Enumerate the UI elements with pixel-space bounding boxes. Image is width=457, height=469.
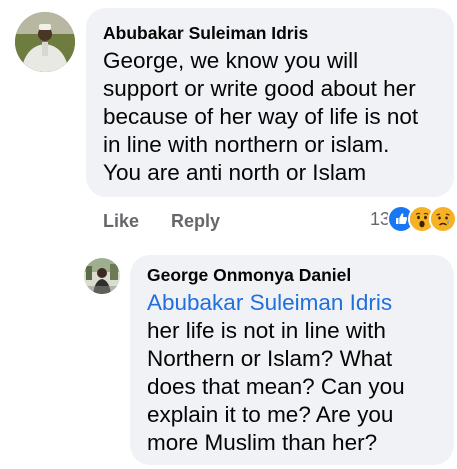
profile-photo [84,258,120,294]
reply-text-line: does that mean? Can you [147,374,405,399]
comment-text-line: in line with northern or islam. [103,132,390,157]
reply-avatar[interactable] [84,258,120,294]
comment-text-line: George, we know you will [103,48,359,73]
comment-text-line: because of her way of life is not [103,104,419,129]
reply-text-line: Northern or Islam? What [147,346,393,371]
mention-link[interactable]: Abubakar Suleiman Idris [147,289,442,317]
comment-text-line: support or write good about her [103,76,416,101]
comment-bubble: Abubakar Suleiman Idris George, we know … [86,8,454,197]
reply-bubble: George Onmonya Daniel Abubakar Suleiman … [130,255,454,465]
reply-text-line: more Muslim than her? [147,430,378,455]
comment-text: George, we know you will support or writ… [103,47,440,187]
reply-text-line: her life is not in line with [147,318,386,343]
reactions-summary[interactable]: 13 [370,204,457,234]
reply-text: Abubakar Suleiman Idris her life is not … [147,289,442,457]
comment-actions: Like Reply [103,207,220,235]
reply-author-name[interactable]: George Onmonya Daniel [147,264,442,286]
avatar[interactable] [15,12,75,72]
comment-text-line: You are anti north or Islam [103,160,367,185]
profile-photo [15,12,75,72]
comment-author-name[interactable]: Abubakar Suleiman Idris [103,22,440,44]
reply-button[interactable]: Reply [171,207,220,235]
comment-thread: Abubakar Suleiman Idris George, we know … [0,0,457,469]
reply-text-line: explain it to me? Are you [147,402,394,427]
sad-icon [429,205,457,233]
like-button[interactable]: Like [103,207,139,235]
